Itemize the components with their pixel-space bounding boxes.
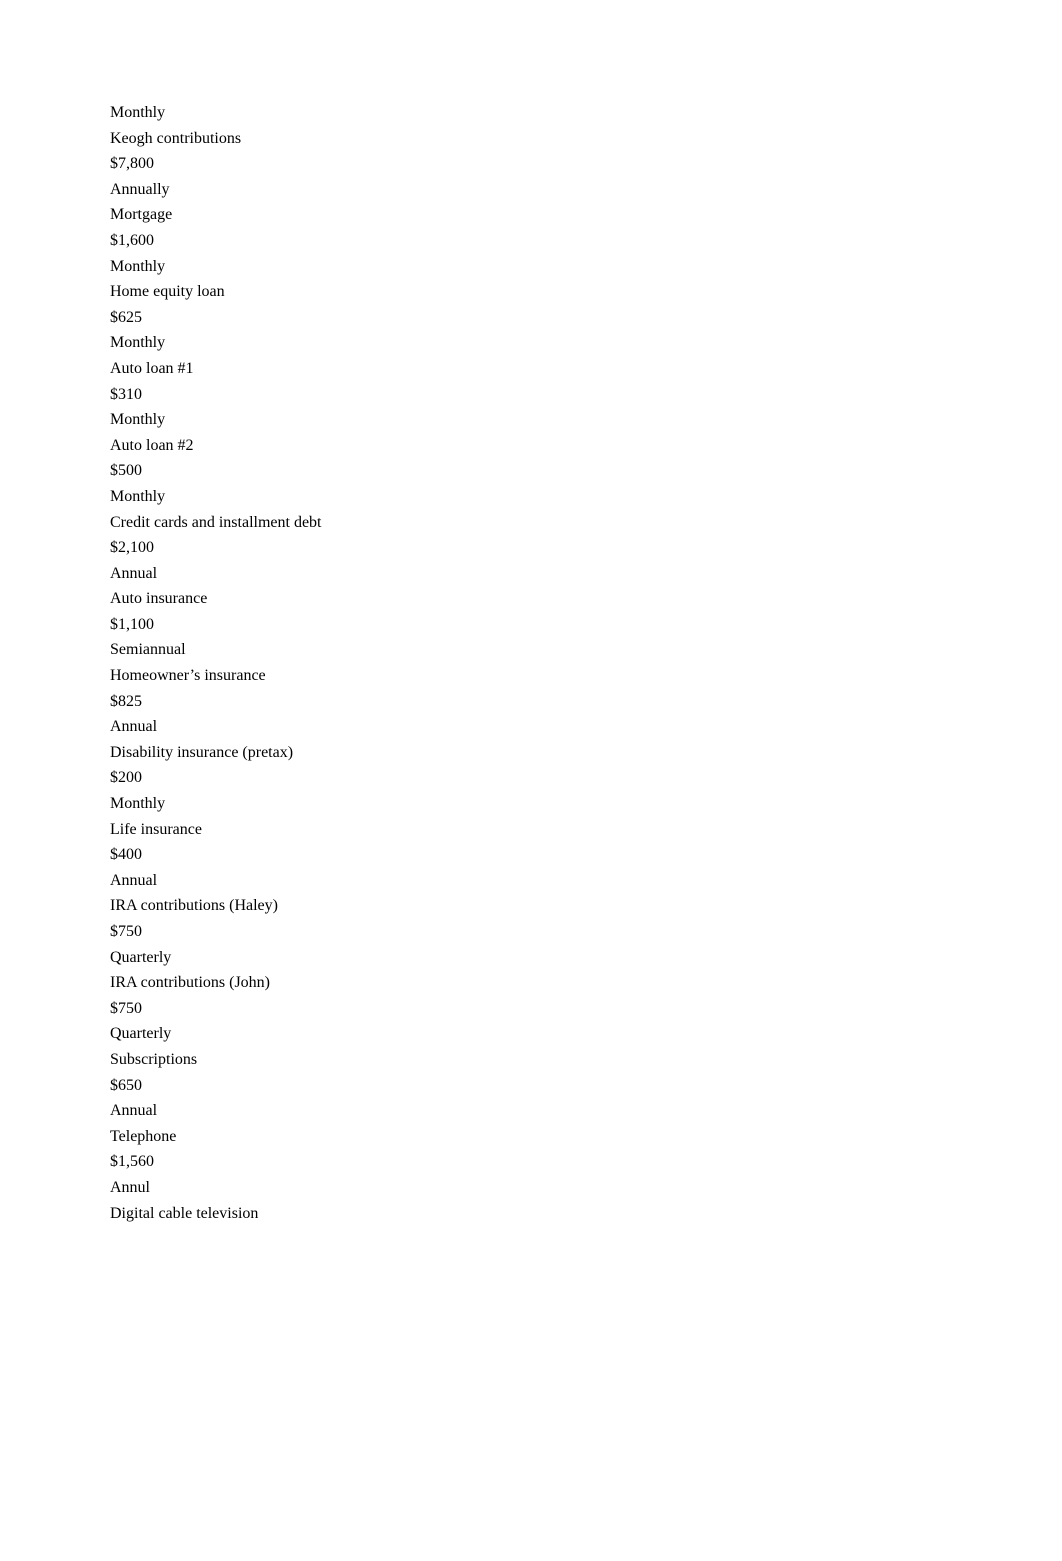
text-line: $750 xyxy=(110,919,1062,945)
text-line: Auto loan #1 xyxy=(110,356,1062,382)
text-line: IRA contributions (John) xyxy=(110,970,1062,996)
text-line: $400 xyxy=(110,842,1062,868)
main-content: MonthlyKeogh contributions$7,800Annually… xyxy=(0,0,1062,1226)
text-line: Annually xyxy=(110,177,1062,203)
text-line: $650 xyxy=(110,1073,1062,1099)
text-line: Home equity loan xyxy=(110,279,1062,305)
text-line: Monthly xyxy=(110,254,1062,280)
text-line: Keogh contributions xyxy=(110,126,1062,152)
text-line: Annual xyxy=(110,868,1062,894)
text-line: Quarterly xyxy=(110,1021,1062,1047)
text-line: Telephone xyxy=(110,1124,1062,1150)
text-line: Credit cards and installment debt xyxy=(110,510,1062,536)
text-line: $1,560 xyxy=(110,1149,1062,1175)
text-line: $1,600 xyxy=(110,228,1062,254)
text-line: Mortgage xyxy=(110,202,1062,228)
text-line: Disability insurance (pretax) xyxy=(110,740,1062,766)
text-line: Digital cable television xyxy=(110,1201,1062,1227)
text-line: Monthly xyxy=(110,484,1062,510)
text-line: Auto insurance xyxy=(110,586,1062,612)
text-line: $825 xyxy=(110,689,1062,715)
text-line: $1,100 xyxy=(110,612,1062,638)
text-line: $625 xyxy=(110,305,1062,331)
text-line: Quarterly xyxy=(110,945,1062,971)
text-line: Annual xyxy=(110,1098,1062,1124)
text-line: Monthly xyxy=(110,791,1062,817)
text-line: Monthly xyxy=(110,100,1062,126)
text-line: Auto loan #2 xyxy=(110,433,1062,459)
text-line: $310 xyxy=(110,382,1062,408)
text-line: Annul xyxy=(110,1175,1062,1201)
text-line: Life insurance xyxy=(110,817,1062,843)
text-line: $2,100 xyxy=(110,535,1062,561)
text-line: $7,800 xyxy=(110,151,1062,177)
text-line: Subscriptions xyxy=(110,1047,1062,1073)
text-line: Semiannual xyxy=(110,637,1062,663)
text-line: IRA contributions (Haley) xyxy=(110,893,1062,919)
text-line: Monthly xyxy=(110,330,1062,356)
text-line: $750 xyxy=(110,996,1062,1022)
text-line: Homeowner’s insurance xyxy=(110,663,1062,689)
text-line: Monthly xyxy=(110,407,1062,433)
text-line: $500 xyxy=(110,458,1062,484)
text-line: Annual xyxy=(110,714,1062,740)
text-line: Annual xyxy=(110,561,1062,587)
text-line: $200 xyxy=(110,765,1062,791)
